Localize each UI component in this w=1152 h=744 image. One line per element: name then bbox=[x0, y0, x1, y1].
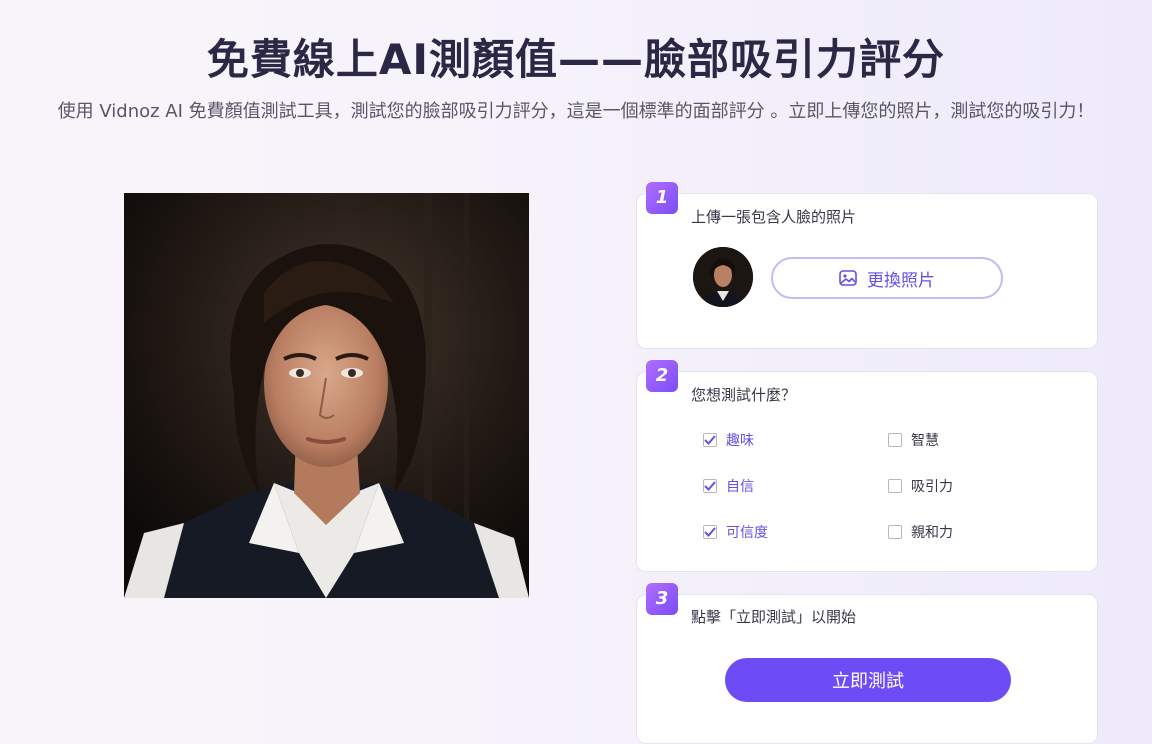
step-number-2: 2 bbox=[646, 360, 678, 392]
option-label: 趣味 bbox=[726, 433, 754, 449]
checkbox[interactable] bbox=[703, 433, 717, 447]
uploaded-photo-preview bbox=[124, 193, 529, 598]
option-approachability[interactable]: 親和力 bbox=[888, 522, 953, 542]
checkbox[interactable] bbox=[888, 433, 902, 447]
option-label: 親和力 bbox=[911, 525, 953, 541]
check-icon bbox=[704, 481, 716, 491]
option-wisdom[interactable]: 智慧 bbox=[888, 430, 939, 450]
option-label: 可信度 bbox=[726, 525, 768, 541]
check-icon bbox=[704, 435, 716, 445]
option-label: 吸引力 bbox=[911, 479, 953, 495]
step-options-card: 您想測試什麼？ 趣味 智慧 自信 吸引力 可信度 親和力 bbox=[636, 371, 1098, 572]
option-trustworthiness[interactable]: 可信度 bbox=[703, 522, 768, 542]
step-number-3: 3 bbox=[646, 583, 678, 615]
option-label: 智慧 bbox=[911, 433, 939, 449]
checkbox[interactable] bbox=[888, 525, 902, 539]
replace-photo-button[interactable]: 更換照片 bbox=[771, 257, 1003, 299]
start-test-button[interactable]: 立即測試 bbox=[725, 658, 1011, 702]
image-icon bbox=[839, 270, 857, 286]
step-start-label: 點擊「立即測試」以開始 bbox=[691, 608, 857, 626]
checkbox[interactable] bbox=[888, 479, 902, 493]
option-label: 自信 bbox=[726, 479, 754, 495]
uploaded-photo-thumbnail bbox=[693, 247, 753, 307]
step-upload-card: 上傳一張包含人臉的照片 更換照片 bbox=[636, 193, 1098, 349]
checkbox[interactable] bbox=[703, 525, 717, 539]
step-options-label: 您想測試什麼？ bbox=[691, 386, 797, 404]
option-confidence[interactable]: 自信 bbox=[703, 476, 754, 496]
step-start-card: 點擊「立即測試」以開始 立即測試 bbox=[636, 594, 1098, 744]
page-subtitle: 使用 Vidnoz AI 免費顏值測試工具，測試您的臉部吸引力評分，這是一個標準… bbox=[57, 101, 1095, 122]
option-attractiveness[interactable]: 吸引力 bbox=[888, 476, 953, 496]
step-upload-label: 上傳一張包含人臉的照片 bbox=[691, 208, 857, 226]
checkbox[interactable] bbox=[703, 479, 717, 493]
page-title: 免費線上AI測顏值——臉部吸引力評分 bbox=[206, 35, 946, 84]
replace-photo-button-label: 更換照片 bbox=[867, 270, 935, 291]
step-number-1: 1 bbox=[646, 182, 678, 214]
option-fun[interactable]: 趣味 bbox=[703, 430, 754, 450]
check-icon bbox=[704, 527, 716, 537]
